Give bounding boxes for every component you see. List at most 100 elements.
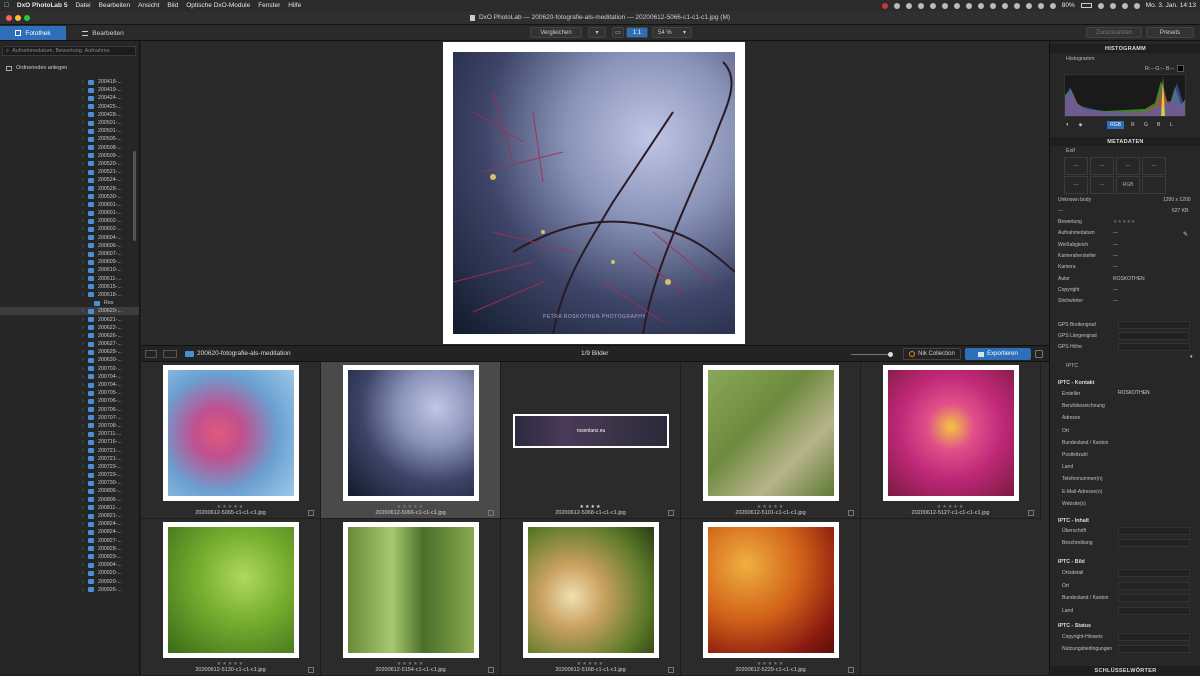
folder-item[interactable]: › 200611-... bbox=[0, 275, 139, 283]
folder-item[interactable]: › 200721-... bbox=[0, 446, 139, 454]
iptc-field-input[interactable] bbox=[1118, 594, 1190, 603]
share-icon[interactable] bbox=[1035, 350, 1043, 358]
folder-item[interactable]: › 200704-... bbox=[0, 381, 139, 389]
edit-status-icon[interactable] bbox=[848, 510, 854, 516]
edit-status-icon[interactable] bbox=[848, 667, 854, 673]
metadata-header[interactable]: METADATEN bbox=[1050, 137, 1200, 146]
folder-item[interactable]: › 200425-... bbox=[0, 103, 139, 111]
folder-item[interactable]: › 200524-... bbox=[0, 176, 139, 184]
folder-item[interactable]: › 200627-... bbox=[0, 340, 139, 348]
folder-item[interactable]: › 200501-... bbox=[0, 119, 139, 127]
iptc-field-input[interactable] bbox=[1118, 539, 1190, 547]
status-icon[interactable] bbox=[1013, 2, 1020, 9]
folder-item[interactable]: › 200824-... bbox=[0, 528, 139, 536]
edit-status-icon[interactable] bbox=[1028, 510, 1034, 516]
status-icon[interactable] bbox=[965, 2, 972, 9]
status-icon[interactable] bbox=[953, 2, 960, 9]
folder-item[interactable]: › 200708-... bbox=[0, 422, 139, 430]
filter-icon[interactable] bbox=[163, 350, 177, 358]
meta-field-value[interactable]: --- bbox=[1113, 264, 1118, 270]
folder-item[interactable]: › 200630-... bbox=[0, 356, 139, 364]
menu-hilfe[interactable]: Hilfe bbox=[288, 2, 301, 9]
folder-item[interactable]: › 200602-... bbox=[0, 217, 139, 225]
folder-item[interactable]: › 200706-... bbox=[0, 406, 139, 414]
edit-status-icon[interactable] bbox=[488, 667, 494, 673]
reset-button[interactable]: Zurücksetzen bbox=[1086, 27, 1142, 38]
folder-item[interactable]: › 200920-... bbox=[0, 577, 139, 585]
menu-app[interactable]: DxO PhotoLab 5 bbox=[17, 2, 68, 9]
thumbnail-cell[interactable]: ★★★★★ 20200612-5130-c1-c1-c1.jpg bbox=[141, 519, 321, 676]
view-mode-button[interactable]: ▾ bbox=[588, 27, 606, 38]
folder-item[interactable]: › 200730-... bbox=[0, 479, 139, 487]
zoom-window-button[interactable] bbox=[24, 15, 30, 21]
status-icon[interactable] bbox=[1049, 2, 1056, 9]
exif-label[interactable]: Exif bbox=[1066, 148, 1075, 154]
tab-bearbeiten[interactable]: Bearbeiten bbox=[68, 26, 138, 40]
slider-handle[interactable] bbox=[888, 352, 893, 357]
status-icon[interactable] bbox=[977, 2, 984, 9]
zoom-select[interactable]: 54 % ▾ bbox=[652, 27, 692, 38]
histogram-label[interactable]: Histogramm bbox=[1066, 56, 1095, 62]
thumbnail-image[interactable] bbox=[343, 522, 479, 658]
iptc-field-input[interactable] bbox=[1118, 569, 1190, 577]
folder-item[interactable]: › 200505-... bbox=[0, 135, 139, 143]
menu-bild[interactable]: Bild bbox=[167, 2, 178, 9]
iptc-field-input[interactable] bbox=[1118, 645, 1190, 653]
folder-item[interactable]: › 200702-... bbox=[0, 365, 139, 373]
folder-item[interactable]: › 200827-... bbox=[0, 537, 139, 545]
collapse-chevron-icon[interactable]: ▾ bbox=[1190, 354, 1193, 360]
gps-field-input[interactable] bbox=[1118, 343, 1190, 351]
thumbnail-cell[interactable]: ★★★★★ 20200612-5101-c1-c1-c1.jpg bbox=[681, 362, 861, 519]
close-window-button[interactable] bbox=[6, 15, 12, 21]
menu-fenster[interactable]: Fenster bbox=[258, 2, 280, 9]
folder-item[interactable]: › 200601-... bbox=[0, 201, 139, 209]
folder-item[interactable]: › 200528-... bbox=[0, 184, 139, 192]
minimize-window-button[interactable] bbox=[15, 15, 21, 21]
folder-item[interactable]: › 200821-... bbox=[0, 512, 139, 520]
iptc-label[interactable]: IPTC bbox=[1066, 363, 1078, 369]
folder-item[interactable]: › 200521-... bbox=[0, 168, 139, 176]
clock-icon[interactable] bbox=[1097, 2, 1104, 9]
folder-item[interactable]: › 200705-... bbox=[0, 389, 139, 397]
folder-item[interactable]: › 200604-... bbox=[0, 234, 139, 242]
edit-status-icon[interactable] bbox=[308, 667, 314, 673]
menu-optische-module[interactable]: Optische DxO-Module bbox=[186, 2, 250, 9]
search-icon[interactable] bbox=[1121, 2, 1128, 9]
iptc-field-input[interactable] bbox=[1118, 402, 1190, 410]
folder-item[interactable]: › 200926-... bbox=[0, 586, 139, 594]
folder-item[interactable]: › 200811-... bbox=[0, 504, 139, 512]
thumbnail-cell[interactable]: ★★★★★ 20200612-5127-c1-c1-c1-c1.jpg bbox=[861, 362, 1041, 519]
menu-ansicht[interactable]: Ansicht bbox=[138, 2, 159, 9]
iptc-field-input[interactable] bbox=[1118, 451, 1190, 459]
iptc-field-input[interactable] bbox=[1118, 427, 1190, 435]
thumbnail-cell[interactable]: ★★★★★ 20200612-5229-c1-c1-c1.jpg bbox=[681, 519, 861, 676]
gps-field-input[interactable] bbox=[1118, 332, 1190, 340]
folder-item[interactable]: › 200626-... bbox=[0, 332, 139, 340]
folder-item[interactable]: › 200621-... bbox=[0, 315, 139, 323]
folder-item[interactable]: › 200806-... bbox=[0, 487, 139, 495]
datetime[interactable]: Mo. 3. Jan. 14:13 bbox=[1146, 2, 1196, 9]
folder-item[interactable]: › 200824-... bbox=[0, 520, 139, 528]
folder-item[interactable]: › 200424-... bbox=[0, 94, 139, 102]
status-icon[interactable] bbox=[893, 2, 900, 9]
iptc-field-input[interactable] bbox=[1118, 463, 1190, 471]
folder-item[interactable]: › 200602-... bbox=[0, 225, 139, 233]
meta-field-value[interactable]: ROSKOTHEN bbox=[1113, 276, 1145, 282]
nik-collection-button[interactable]: Nik Collection bbox=[903, 348, 961, 360]
channel-b[interactable]: B bbox=[1157, 122, 1160, 128]
folder-item[interactable]: › 200419-... bbox=[0, 86, 139, 94]
apple-icon[interactable]:  bbox=[4, 2, 9, 9]
folder-item[interactable]: › 200711-... bbox=[0, 430, 139, 438]
folder-item[interactable]: › 200707-... bbox=[0, 414, 139, 422]
shadow-clip-icon[interactable]: ◐ bbox=[1066, 122, 1070, 128]
iptc-field-input[interactable] bbox=[1118, 606, 1190, 615]
battery-icon[interactable] bbox=[1080, 3, 1092, 8]
iptc-field-input[interactable] bbox=[1118, 439, 1190, 447]
folder-item[interactable]: › 200428-... bbox=[0, 111, 139, 119]
iptc-field-input[interactable] bbox=[1118, 488, 1190, 496]
status-icon[interactable] bbox=[881, 2, 888, 9]
folder-item[interactable]: › 200829-... bbox=[0, 553, 139, 561]
highlight-clip-icon[interactable]: ✷ bbox=[1078, 122, 1083, 129]
iptc-field-input[interactable] bbox=[1118, 500, 1190, 508]
thumbnail-image[interactable] bbox=[703, 522, 839, 658]
